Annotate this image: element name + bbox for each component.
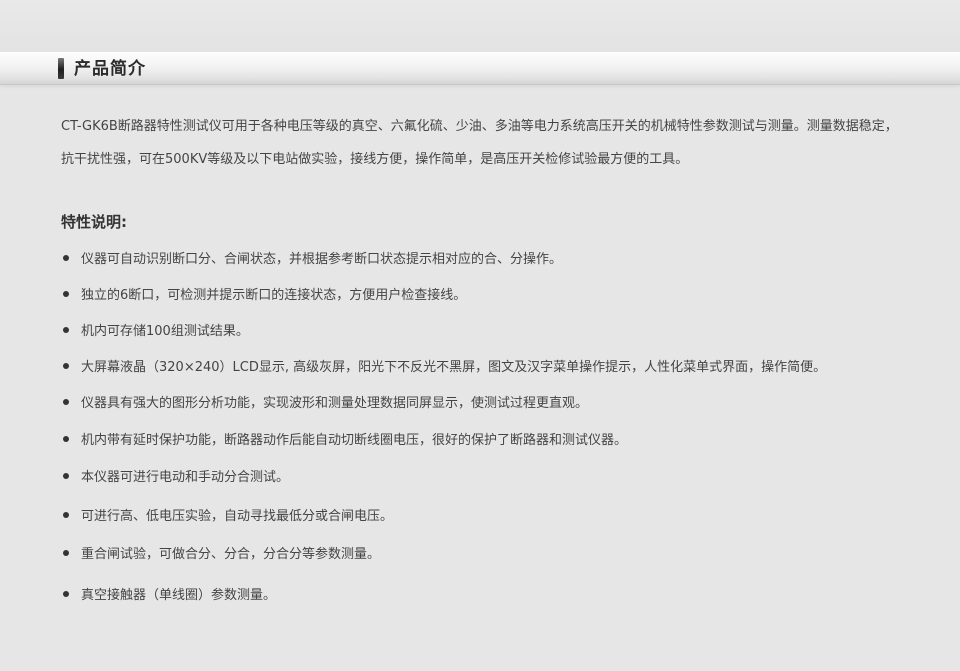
feature-item: 本仪器可进行电动和手动分合测试。 [61,468,289,488]
feature-text: 机内可存储100组测试结果。 [81,324,249,339]
feature-text: 重合闸试验，可做合分、分合，分合分等参数测量。 [81,547,381,562]
feature-item: 大屏幕液晶（320×240）LCD显示, 高级灰屏，阳光下不反光不黑屏，图文及汉… [61,358,826,378]
feature-text: 仪器具有强大的图形分析功能，实现波形和测量处理数据同屏显示，使测试过程更直观。 [81,396,589,411]
bullet-icon [63,590,69,597]
feature-item: 独立的6断口，可检测并提示断口的连接状态，方便用户检查接线。 [61,286,466,306]
bullet-icon [63,472,69,479]
feature-text: 机内带有延时保护功能，断路器动作后能自动切断线圈电压，很好的保护了断路器和测试仪… [81,433,628,448]
bullet-icon [63,435,69,442]
bullet-icon [63,254,69,261]
feature-text: 真空接触器（单线圈）参数测量。 [81,588,277,603]
feature-text: 仪器可自动识别断口分、合闸状态，并根据参考断口状态提示相对应的合、分操作。 [81,252,563,267]
feature-text: 大屏幕液晶（320×240）LCD显示, 高级灰屏，阳光下不反光不黑屏，图文及汉… [81,360,827,375]
feature-item: 可进行高、低电压实验，自动寻找最低分或合闸电压。 [61,507,393,527]
bullet-icon [63,398,69,405]
feature-item: 机内可存储100组测试结果。 [61,322,249,342]
bullet-icon [63,549,69,556]
feature-item: 机内带有延时保护功能，断路器动作后能自动切断线圈电压，很好的保护了断路器和测试仪… [61,431,627,451]
top-band [0,0,960,52]
title-marker-icon [58,58,64,79]
feature-item: 重合闸试验，可做合分、分合，分合分等参数测量。 [61,545,380,565]
bullet-icon [63,362,69,369]
product-intro: CT-GK6B断路器特性测试仪可用于各种电压等级的真空、六氟化硫、少油、多油等电… [61,119,898,167]
feature-item: 仪器具有强大的图形分析功能，实现波形和测量处理数据同屏显示，使测试过程更直观。 [61,394,588,414]
features-heading: 特性说明: [61,213,127,231]
bullet-icon [63,326,69,333]
feature-text: 本仪器可进行电动和手动分合测试。 [81,470,290,485]
feature-item: 真空接触器（单线圈）参数测量。 [61,586,276,606]
bullet-icon [63,511,69,518]
section-title: 产品简介 [74,59,146,79]
feature-text: 独立的6断口，可检测并提示断口的连接状态，方便用户检查接线。 [81,288,467,303]
section-title-bar: 产品简介 [0,52,960,85]
feature-item: 仪器可自动识别断口分、合闸状态，并根据参考断口状态提示相对应的合、分操作。 [61,250,562,270]
feature-text: 可进行高、低电压实验，自动寻找最低分或合闸电压。 [81,509,394,524]
bullet-icon [63,290,69,297]
